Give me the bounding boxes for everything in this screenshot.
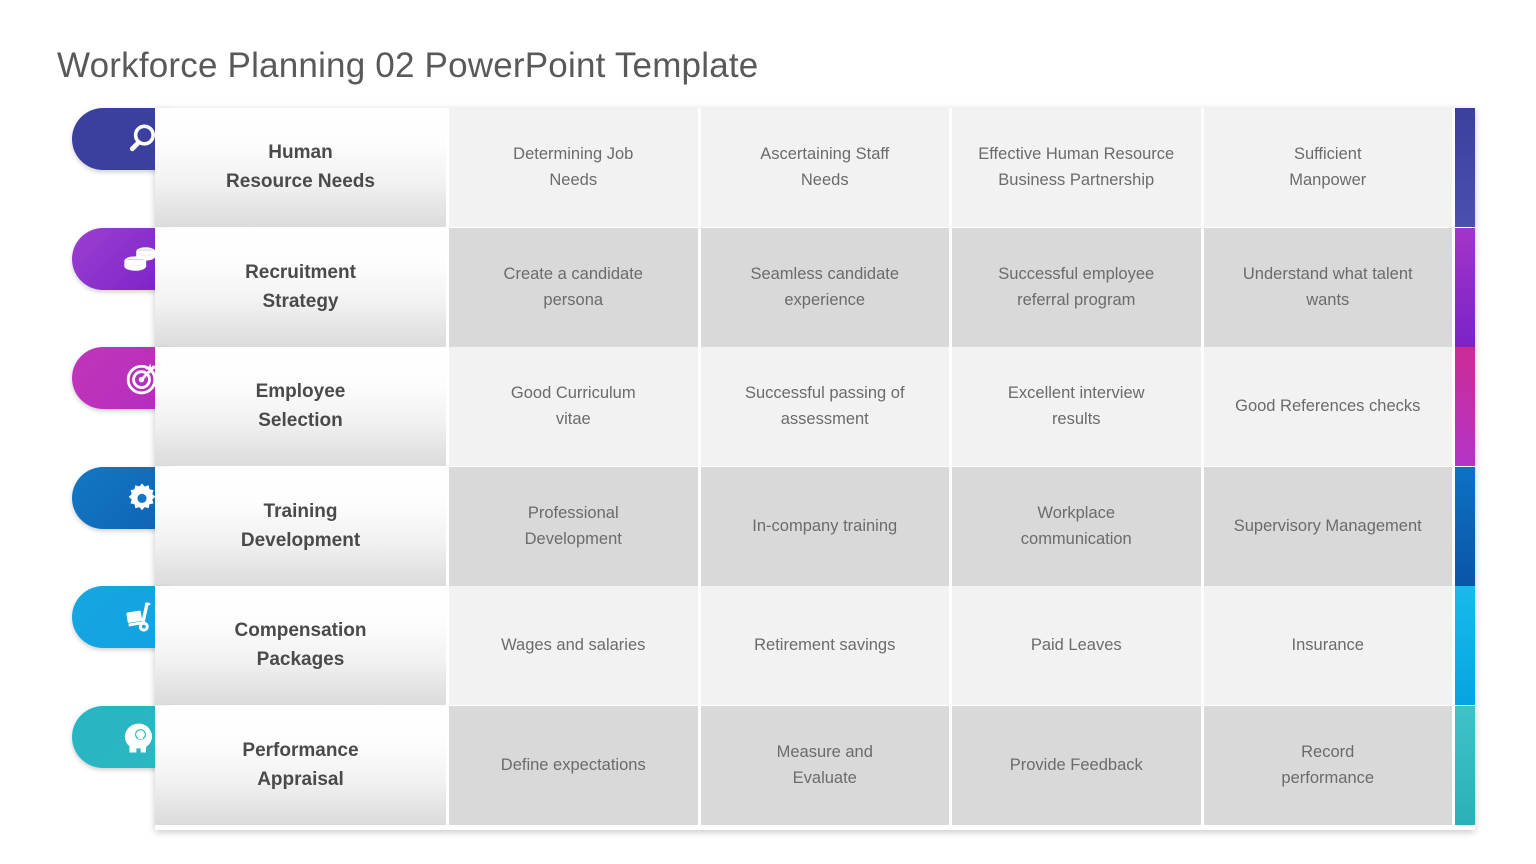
matrix-cell-text: Professional Development xyxy=(524,503,622,548)
row-accent-bar xyxy=(1455,108,1475,227)
row-accent-bar xyxy=(1455,706,1475,825)
matrix-cell: Measure and Evaluate xyxy=(700,706,949,825)
matrix-cell: Wages and salaries xyxy=(449,586,698,705)
matrix-row: Recruitment Strategy Create a candidate p… xyxy=(72,228,1475,347)
row-accent-bar xyxy=(1455,467,1475,586)
matrix-row: Performance Appraisal Define expectations… xyxy=(72,706,1475,825)
row-label-text: Human Resource Needs xyxy=(226,142,375,192)
matrix-cell: Supervisory Management xyxy=(1203,467,1452,586)
matrix-cell: Excellent interview results xyxy=(952,347,1201,466)
matrix-cell-text: Record performance xyxy=(1281,742,1375,787)
row-accent-bar xyxy=(1455,228,1475,347)
matrix-cell-text: Measure and Evaluate xyxy=(776,742,873,787)
matrix-cell: Successful employee referral program xyxy=(952,228,1201,347)
matrix-cell-text: Good Curriculum vitae xyxy=(510,383,636,428)
row-label: Employee Selection xyxy=(155,347,446,466)
target-icon xyxy=(123,360,159,396)
matrix-cell: Good Curriculum vitae xyxy=(449,347,698,466)
coins-stack-icon xyxy=(121,242,159,276)
matrix-cell: Create a candidate persona xyxy=(449,228,698,347)
row-label-text: Performance Appraisal xyxy=(242,740,359,790)
row-label-text: Compensation Packages xyxy=(234,620,367,670)
matrix-cell-text: Define expectations xyxy=(500,755,646,774)
magnifier-icon xyxy=(123,121,159,157)
matrix-cell: Successful passing of assessment xyxy=(700,347,949,466)
matrix-cell-text: Sufficient Manpower xyxy=(1289,144,1367,189)
gear-icon xyxy=(125,481,159,515)
matrix-cell-text: Insurance xyxy=(1291,635,1364,654)
matrix-row: Employee Selection Good Curriculum vitae S… xyxy=(72,347,1475,466)
matrix-cell: Ascertaining Staff Needs xyxy=(700,108,949,227)
row-label-text: Employee Selection xyxy=(255,381,346,431)
matrix-cell-text: Workplace communication xyxy=(1020,503,1132,548)
matrix-cell: Retirement savings xyxy=(700,586,949,705)
row-label: Recruitment Strategy xyxy=(155,228,446,347)
matrix-cell: Insurance xyxy=(1203,586,1452,705)
matrix-cell-text: Wages and salaries xyxy=(501,635,646,654)
matrix-cell: Professional Development xyxy=(449,467,698,586)
matrix-cell: Paid Leaves xyxy=(952,586,1201,705)
matrix-row: Compensation Packages Wages and salaries R… xyxy=(72,586,1475,705)
matrix-cell-text: Seamless candidate experience xyxy=(750,264,900,309)
matrix-cell: Define expectations xyxy=(449,706,698,825)
matrix-cell: Record performance xyxy=(1203,706,1452,825)
row-label: Human Resource Needs xyxy=(155,108,446,227)
matrix-cell: Effective Human Resource Business Partne… xyxy=(952,108,1201,227)
matrix-cell: Understand what talent wants xyxy=(1203,228,1452,347)
matrix-cell-text: Good References checks xyxy=(1235,396,1421,415)
matrix-cell-text: Retirement savings xyxy=(754,635,896,654)
row-label-text: Training Development xyxy=(240,501,361,551)
matrix-cell-text: Determining Job Needs xyxy=(513,144,634,189)
matrix-cell: Sufficient Manpower xyxy=(1203,108,1452,227)
matrix-cell-text: Effective Human Resource Business Partne… xyxy=(978,144,1175,189)
matrix-rows: Human Resource Needs Determining Job Need… xyxy=(72,108,1475,830)
row-label: Performance Appraisal xyxy=(155,706,446,825)
matrix-row: Training Development Professional Develop… xyxy=(72,467,1475,586)
matrix-cell: Seamless candidate experience xyxy=(700,228,949,347)
matrix-cell: Provide Feedback xyxy=(952,706,1201,825)
row-label: Compensation Packages xyxy=(155,586,446,705)
hand-truck-icon xyxy=(121,599,159,635)
row-label: Training Development xyxy=(155,467,446,586)
matrix-cell-text: In-company training xyxy=(752,516,898,535)
workforce-matrix: Human Resource Needs Determining Job Need… xyxy=(72,108,1475,830)
matrix-cell-text: Create a candidate persona xyxy=(503,264,643,309)
matrix-cell: Good References checks xyxy=(1203,347,1452,466)
matrix-cell-text: Ascertaining Staff Needs xyxy=(760,144,890,189)
page-title: Workforce Planning 02 PowerPoint Templat… xyxy=(57,46,759,85)
row-label-text: Recruitment Strategy xyxy=(245,262,356,312)
row-accent-bar xyxy=(1455,586,1475,705)
matrix-cell: Workplace communication xyxy=(952,467,1201,586)
row-accent-bar xyxy=(1455,347,1475,466)
matrix-row: Human Resource Needs Determining Job Need… xyxy=(72,108,1475,227)
matrix-cell-text: Successful employee referral program xyxy=(998,264,1155,309)
matrix-cell-text: Understand what talent wants xyxy=(1242,264,1413,309)
matrix-cell-text: Paid Leaves xyxy=(1030,635,1122,654)
matrix-cell-text: Excellent interview results xyxy=(1007,383,1145,428)
matrix-cell-text: Provide Feedback xyxy=(1009,755,1143,774)
head-lightbulb-icon xyxy=(121,719,159,755)
matrix-cell: In-company training xyxy=(700,467,949,586)
matrix-cell-text: Supervisory Management xyxy=(1233,516,1422,535)
matrix-cell: Determining Job Needs xyxy=(449,108,698,227)
matrix-cell-text: Successful passing of assessment xyxy=(744,383,905,428)
